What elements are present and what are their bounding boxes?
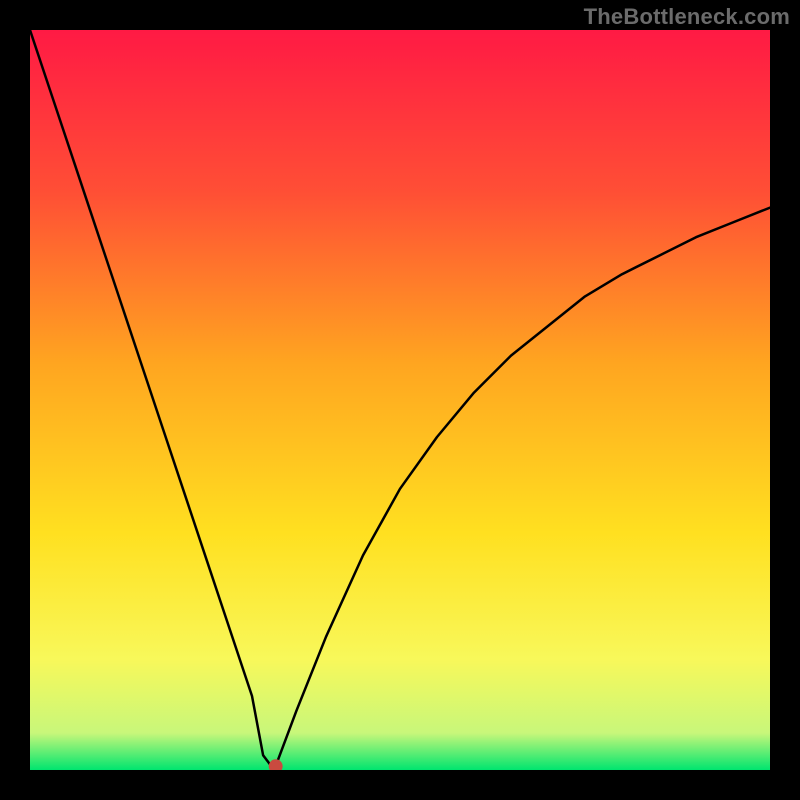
gradient-background <box>30 30 770 770</box>
chart-container: TheBottleneck.com <box>0 0 800 800</box>
attribution-text: TheBottleneck.com <box>584 4 790 30</box>
chart-plot <box>30 30 770 770</box>
